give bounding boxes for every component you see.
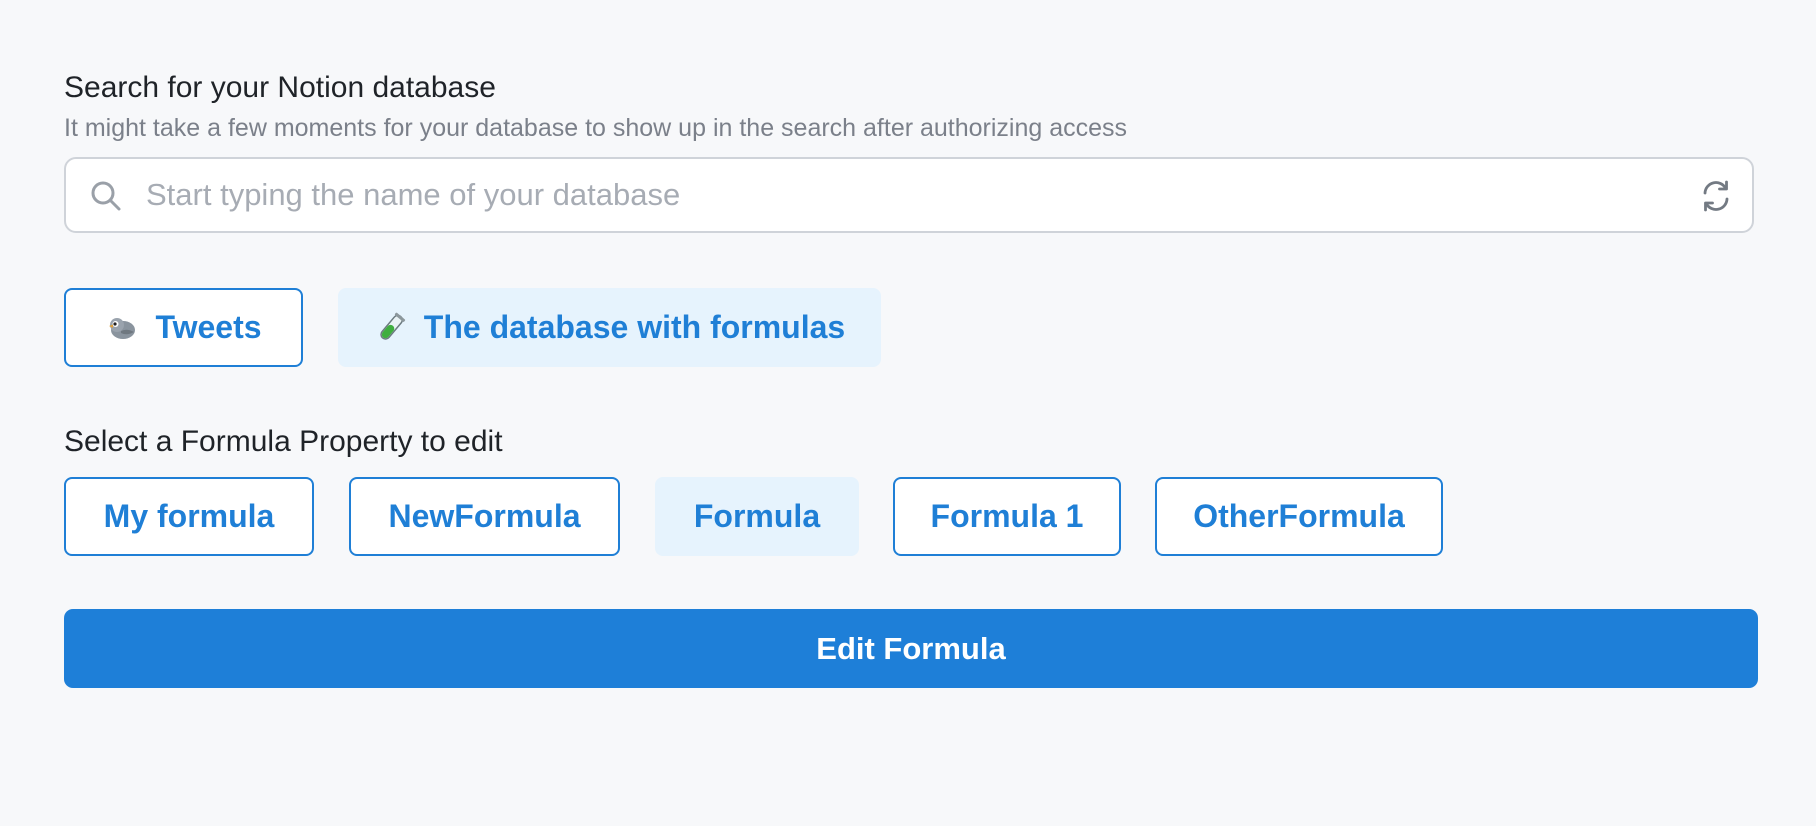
search-section-subtitle: It might take a few moments for your dat…: [64, 114, 1128, 142]
formula-button-my-formula[interactable]: My formula: [64, 477, 314, 556]
search-section-title: Search for your Notion database: [64, 71, 496, 104]
search-icon: [91, 181, 121, 211]
search-input[interactable]: [146, 159, 1646, 231]
database-label: The database with formulas: [423, 309, 846, 345]
formula-button-newformula[interactable]: NewFormula: [349, 477, 620, 556]
edit-formula-button[interactable]: Edit Formula: [64, 609, 1758, 688]
test-tube-icon: [380, 312, 405, 340]
formula-section-title: Select a Formula Property to edit: [64, 425, 503, 458]
database-label: Tweets: [155, 309, 262, 345]
bird-icon: [109, 317, 136, 339]
database-button-tweets[interactable]: Tweets: [64, 288, 303, 367]
formula-button-formula-1[interactable]: Formula 1: [893, 477, 1121, 556]
search-box[interactable]: [64, 157, 1754, 233]
formula-button-formula[interactable]: Formula: [655, 477, 859, 556]
database-button-formulas[interactable]: The database with formulas: [338, 288, 881, 367]
formula-button-otherformula[interactable]: OtherFormula: [1155, 477, 1443, 556]
refresh-icon[interactable]: [1698, 178, 1734, 214]
